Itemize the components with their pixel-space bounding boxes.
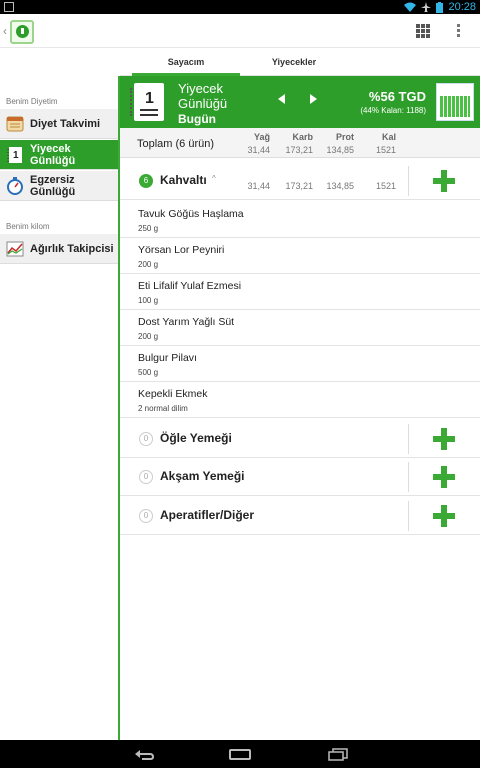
food-name: Yörsan Lor Peyniri (138, 244, 225, 256)
calorie-meter-icon[interactable] (436, 83, 474, 121)
col-header-calorie: Kal (381, 132, 396, 142)
header-date: Bugün (178, 112, 216, 126)
overflow-menu-icon[interactable] (457, 24, 461, 40)
meal-name: Öğle Yemeği (160, 431, 232, 445)
meal-row-dinner[interactable]: 0 Akşam Yemeği (120, 458, 480, 496)
food-qty: 500 g (138, 368, 159, 377)
sidebar-item-exercise-diary[interactable]: Egzersiz Günlüğü (0, 171, 118, 201)
totals-row: Toplam (6 ürün) Yağ Karb Prot Kal 31,44 … (120, 128, 480, 158)
clock: 20:28 (448, 1, 476, 13)
food-item[interactable]: Eti Lifalif Yulaf Ezmesi 100 g (120, 274, 480, 310)
stopwatch-icon (7, 176, 23, 195)
food-name: Eti Lifalif Yulaf Ezmesi (138, 280, 242, 292)
add-food-plus-icon[interactable] (433, 170, 455, 192)
sidebar-item-label: Yiyecek Günlüğü (30, 142, 76, 167)
food-name: Dost Yarım Yağlı Süt (138, 316, 235, 328)
sidebar-item-diet-calendar[interactable]: Diyet Takvimi (0, 109, 118, 139)
total-calorie: 1521 (375, 145, 396, 155)
home-icon[interactable] (229, 749, 251, 760)
food-item[interactable]: Kepekli Ekmek 2 normal dilim (120, 382, 480, 418)
meal-calorie: 1521 (375, 181, 396, 191)
food-qty: 200 g (138, 332, 159, 341)
meal-count-badge: 0 (139, 509, 153, 523)
meal-carb: 173,21 (285, 181, 313, 191)
meal-row-snacks[interactable]: 0 Aperatifler/Diğer (120, 497, 480, 535)
col-header-carb: Karb (292, 132, 313, 142)
tab-yiyecekler[interactable]: Yiyecekler (240, 48, 348, 76)
tab-bar: Sayacım Yiyecekler (120, 48, 480, 76)
meal-row-lunch[interactable]: 0 Öğle Yemeği (120, 420, 480, 458)
weight-chart-icon (6, 241, 24, 256)
meal-count-badge: 6 (139, 174, 153, 188)
previous-day-icon[interactable] (278, 94, 285, 104)
next-day-icon[interactable] (310, 94, 317, 104)
add-food-plus-icon[interactable] (433, 428, 455, 450)
total-fat: 31,44 (247, 145, 270, 155)
tgd-remaining: (44% Kalan: 1188) (360, 106, 426, 115)
wifi-icon (404, 2, 417, 12)
total-protein: 134,85 (326, 145, 354, 155)
food-qty: 250 g (138, 224, 159, 233)
food-qty: 100 g (138, 296, 159, 305)
col-header-fat: Yağ (253, 132, 270, 142)
food-item[interactable]: Bulgur Pilavı 500 g (120, 346, 480, 382)
tab-label: Yiyecekler (271, 57, 317, 67)
food-item[interactable]: Tavuk Göğüs Haşlama 250 g (120, 202, 480, 238)
collapse-caret-icon[interactable]: ^ (212, 174, 216, 183)
app-logo-icon[interactable] (10, 20, 34, 44)
meal-count-badge: 0 (139, 432, 153, 446)
status-bar: 20:28 (0, 0, 480, 14)
sidebar-section-label: Benim Diyetim (6, 97, 58, 106)
meal-name: Kahvaltı (160, 173, 207, 187)
recent-apps-icon[interactable] (328, 748, 348, 761)
food-name: Kepekli Ekmek (138, 388, 208, 400)
apps-grid-icon[interactable] (416, 24, 430, 38)
sidebar-item-label: Diyet Takvimi (30, 117, 101, 130)
food-qty: 2 normal dilim (138, 404, 188, 413)
add-food-plus-icon[interactable] (433, 466, 455, 488)
meal-count-badge: 0 (139, 470, 153, 484)
food-qty: 200 g (138, 260, 159, 269)
tgd-percent: %56 TGD (368, 89, 426, 104)
food-item[interactable]: Yörsan Lor Peyniri 200 g (120, 238, 480, 274)
tab-label: Sayacım (167, 57, 205, 67)
calendar-icon (6, 116, 24, 131)
food-name: Bulgur Pilavı (138, 352, 197, 364)
col-header-protein: Prot (336, 132, 354, 142)
svg-text:1: 1 (13, 150, 19, 161)
sidebar-item-weight-tracker[interactable]: Ağırlık Takipcisi (0, 234, 118, 264)
notebook-icon: 1 (130, 83, 164, 121)
sidebar-item-food-diary[interactable]: 1 Yiyecek Günlüğü (0, 140, 118, 170)
airplane-icon (421, 2, 432, 12)
add-food-plus-icon[interactable] (433, 505, 455, 527)
food-diary-icon: 1 (7, 146, 22, 163)
sidebar: Benim Diyetim Diyet Takvimi 1 Yiyecek Gü… (0, 76, 120, 740)
meal-name: Akşam Yemeği (160, 469, 245, 483)
notification-icon (4, 2, 14, 12)
food-diary-header: 1 Yiyecek Günlüğü Bugün %56 TGD (44% Kal… (120, 76, 480, 128)
battery-icon (436, 1, 444, 13)
meal-protein: 134,85 (326, 181, 354, 191)
meal-name: Aperatifler/Diğer (160, 508, 255, 522)
up-chevron-icon[interactable]: ‹ (3, 24, 7, 38)
header-title-line2: Günlüğü (178, 96, 228, 111)
header-title: Yiyecek (178, 81, 224, 96)
food-item[interactable]: Dost Yarım Yağlı Süt 200 g (120, 310, 480, 346)
sidebar-section-label: Benim kilom (6, 222, 50, 231)
system-nav-bar (0, 740, 480, 768)
total-carb: 173,21 (285, 145, 313, 155)
sidebar-item-label: Egzersiz Günlüğü (30, 173, 76, 198)
meal-fat: 31,44 (247, 181, 270, 191)
back-icon[interactable] (134, 748, 154, 760)
food-name: Tavuk Göğüs Haşlama (138, 208, 244, 220)
sidebar-item-label: Ağırlık Takipcisi (30, 242, 114, 255)
tab-sayacim[interactable]: Sayacım (132, 48, 240, 76)
action-bar: ‹ (0, 14, 480, 48)
meal-row-breakfast[interactable]: 6 Kahvaltı ^ 31,44 173,21 134,85 1521 (120, 162, 480, 200)
totals-label: Toplam (6 ürün) (137, 138, 215, 150)
